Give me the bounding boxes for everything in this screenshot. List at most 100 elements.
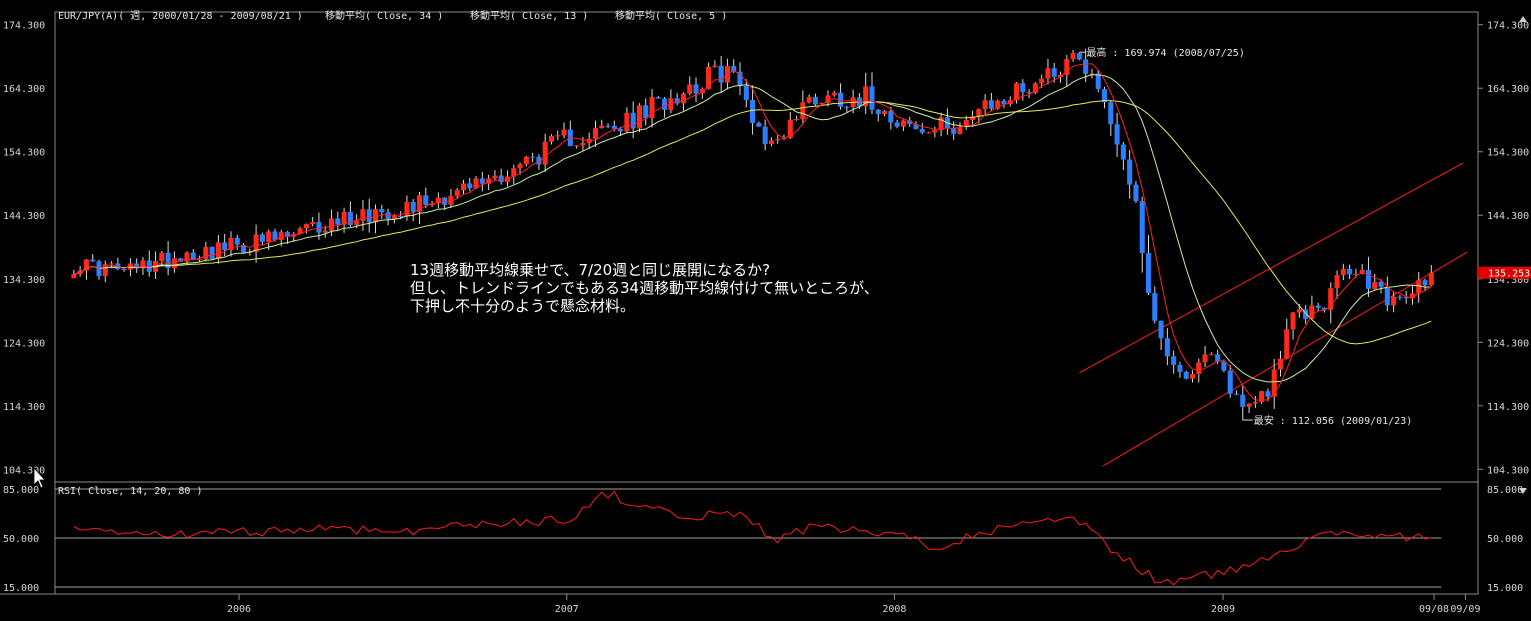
candle-body [1189, 373, 1196, 379]
price-tick-label-right: 104.300 [1487, 465, 1529, 476]
candle-body [423, 195, 429, 206]
candle-body [750, 100, 756, 124]
candle-body [888, 111, 894, 123]
candle-body [1152, 293, 1158, 321]
candle-body [109, 263, 115, 265]
price-layer [71, 48, 1468, 467]
low-label: 最安 : 112.056 (2009/01/23) [1254, 414, 1412, 427]
symbol-title: EUR/JPY(A)( 週, 2000/01/28 - 2009/08/21 ) [58, 10, 303, 22]
candle-body [1164, 338, 1170, 357]
candle-body [1139, 201, 1145, 254]
candle-body [1340, 269, 1346, 276]
candle-body [197, 259, 203, 261]
price-tick-label-right: 124.300 [1487, 338, 1529, 349]
candle-body [1296, 309, 1302, 313]
candle-body [1039, 78, 1045, 84]
candle-body [756, 123, 762, 127]
candle-body [1252, 402, 1258, 404]
candle-body [555, 135, 561, 137]
low-marker: 最安 : 112.056 (2009/01/23) [1242, 414, 1412, 427]
candle-body [655, 97, 661, 99]
candle-body [1076, 53, 1082, 60]
high-label: 最高 : 169.974 (2008/07/25) [1086, 46, 1244, 59]
candle-body [303, 224, 309, 229]
candle-body [203, 246, 209, 260]
candle-body [1259, 391, 1265, 403]
candle-body [636, 105, 643, 129]
candle-body [693, 84, 699, 94]
candle-body [643, 105, 649, 119]
ma34-label: 移動平均( Close, 34 ) [325, 9, 443, 22]
candle-body [1265, 391, 1271, 397]
candle-body [530, 156, 536, 158]
price-tick-label-right: 114.300 [1487, 402, 1529, 413]
candle-body [222, 242, 228, 250]
candle-body [310, 222, 316, 225]
candle-body [1290, 312, 1296, 330]
candle-body [1108, 102, 1114, 125]
chart-canvas: 174.300 174.300 164.300 164.300 154.300 154.3… [0, 9, 1531, 615]
candle-body [605, 125, 611, 127]
candle-body [1246, 403, 1252, 407]
candle-body [768, 140, 774, 145]
candle-body [259, 234, 265, 243]
candle-body [372, 209, 379, 223]
candle-body [976, 109, 982, 117]
high-marker: 最高 : 169.974 (2008/07/25) [1079, 46, 1245, 59]
rsi-title: RSI( Close, 14, 20, 80 ) [58, 486, 203, 497]
time-tick-label: 2006 [227, 604, 251, 615]
candle-body [1347, 269, 1353, 275]
ma13-label: 移動平均( Close, 13 ) [470, 9, 588, 22]
trendline-2 [1102, 251, 1468, 467]
candle-body [1233, 393, 1240, 395]
scroll-up-icon[interactable] [1519, 16, 1527, 22]
candle-body [460, 183, 467, 191]
price-tick-label-left: 174.300 [3, 21, 45, 32]
candle-body [1070, 53, 1076, 60]
candle-body [404, 201, 410, 217]
rsi-tick-label-left: 15.000 [3, 583, 39, 594]
candle-body [580, 142, 586, 146]
price-tick-label-left: 124.300 [3, 338, 45, 349]
candle-body [1240, 394, 1246, 407]
candle-body [1127, 159, 1133, 185]
candle-body [1416, 280, 1422, 294]
candle-body [498, 175, 504, 183]
candle-body [1372, 281, 1378, 289]
candle-body [379, 209, 385, 213]
price-tick-label-left: 114.300 [3, 402, 45, 413]
candle-body [266, 231, 272, 243]
rsi-tick-label-right: 50.000 [1487, 534, 1523, 545]
candle-body [1227, 370, 1233, 394]
candle-body [800, 102, 806, 119]
ma34-line [73, 100, 1432, 345]
candle-body [611, 125, 617, 129]
rsi-tick-label-right: 85.000 [1487, 485, 1523, 496]
candle-body [234, 237, 240, 245]
candle-body [1365, 269, 1372, 289]
candle-body [982, 100, 988, 110]
price-tick-label-right: 144.300 [1487, 211, 1529, 222]
price-tick-label-left: 134.300 [3, 275, 45, 286]
candle-body [184, 252, 190, 262]
candle-body [316, 222, 322, 233]
candle-body [831, 92, 837, 96]
candle-body [1334, 275, 1340, 289]
rsi-layer [55, 488, 1442, 588]
candle-body [649, 97, 655, 119]
candle-body [1020, 83, 1026, 93]
candle-body [592, 128, 599, 139]
candle-body [1309, 305, 1315, 319]
candle-body [335, 218, 341, 225]
candle-body [1114, 124, 1120, 145]
candle-body [542, 141, 548, 165]
candle-body [328, 218, 335, 231]
candle-body [1391, 296, 1397, 306]
candle-body [209, 246, 215, 259]
candle-body [869, 86, 875, 110]
candle-body [1013, 83, 1020, 101]
candle-body [806, 97, 812, 103]
candle-body [1196, 362, 1202, 374]
price-tick-label-right: 164.300 [1487, 84, 1529, 95]
candle-body [398, 216, 404, 218]
